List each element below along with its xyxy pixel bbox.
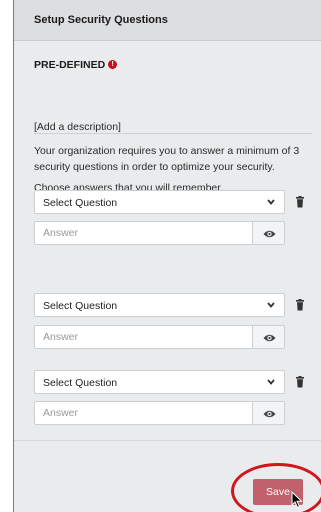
- reveal-answer-button[interactable]: [252, 325, 285, 349]
- answer-field-1: [34, 221, 285, 245]
- divider: [34, 133, 312, 134]
- predefined-label: PRE-DEFINED: [34, 58, 106, 71]
- question-select-label: Select Question: [43, 377, 118, 389]
- panel-title: Setup Security Questions: [34, 14, 168, 26]
- chevron-down-icon: [267, 379, 275, 385]
- panel-header: Setup Security Questions: [14, 0, 321, 41]
- answer-field-2: [34, 325, 285, 349]
- answer-field-3: [34, 401, 285, 425]
- eye-icon: [263, 410, 276, 418]
- question-select-label: Select Question: [43, 197, 118, 209]
- answer-input[interactable]: [34, 325, 252, 349]
- trash-icon[interactable]: [295, 376, 305, 388]
- alert-icon: !: [108, 60, 118, 70]
- question-select-label: Select Question: [43, 300, 118, 312]
- mouse-cursor-icon: [291, 491, 303, 509]
- description-text: [Add a description]: [34, 121, 121, 133]
- reveal-answer-button[interactable]: [252, 401, 285, 425]
- question-select-1[interactable]: Select Question: [34, 190, 285, 214]
- predefined-section-heading: PRE-DEFINED!: [34, 56, 118, 71]
- trash-icon[interactable]: [295, 299, 305, 311]
- reveal-answer-button[interactable]: [252, 221, 285, 245]
- intro-text: Your organization requires you to answer…: [34, 145, 300, 173]
- trash-icon[interactable]: [295, 196, 305, 208]
- eye-icon: [263, 334, 276, 342]
- security-questions-panel: Setup Security Questions PRE-DEFINED! [A…: [13, 0, 321, 512]
- question-select-3[interactable]: Select Question: [34, 370, 285, 394]
- question-select-2[interactable]: Select Question: [34, 293, 285, 317]
- chevron-down-icon: [267, 302, 275, 308]
- answer-input[interactable]: [34, 401, 252, 425]
- eye-icon: [263, 230, 276, 238]
- chevron-down-icon: [267, 199, 275, 205]
- answer-input[interactable]: [34, 221, 252, 245]
- footer-divider: [14, 440, 321, 441]
